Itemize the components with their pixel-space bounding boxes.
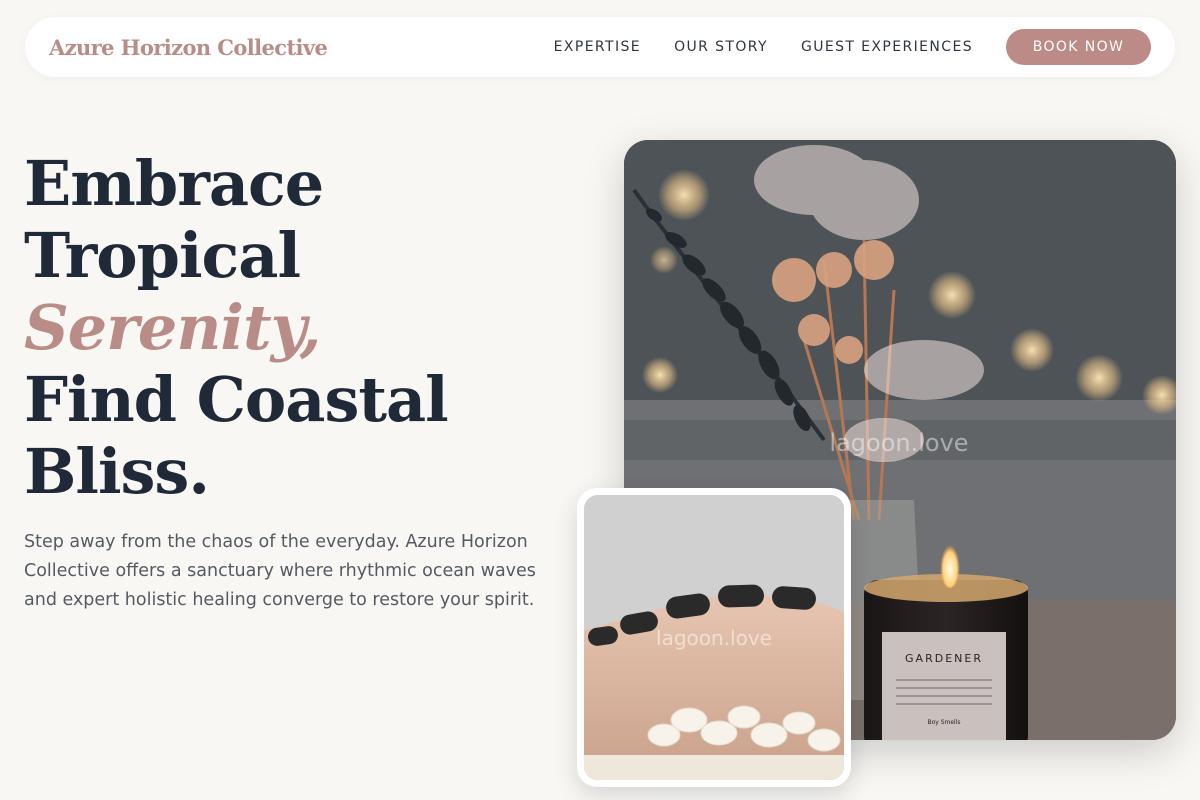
nav-link-expertise[interactable]: EXPERTISE	[554, 39, 641, 55]
candle-brand: Boy Smells	[927, 719, 960, 726]
headline-line-5: Bliss.	[24, 435, 210, 508]
hot-stones-illustration: lagoon.love	[584, 495, 844, 780]
main-image-watermark: lagoon.love	[829, 429, 968, 457]
book-now-button[interactable]: BOOK NOW	[1006, 29, 1151, 65]
top-navbar: Azure Horizon Collective EXPERTISE OUR S…	[25, 17, 1175, 77]
massage-inset-photo-frame: lagoon.love	[577, 488, 851, 787]
headline-line-1: Embrace	[24, 147, 324, 220]
nav-links: EXPERTISE OUR STORY GUEST EXPERIENCES BO…	[554, 29, 1151, 65]
inset-image-watermark: lagoon.love	[656, 626, 772, 650]
headline-line-4: Find Coastal	[24, 363, 449, 436]
nav-link-our-story[interactable]: OUR STORY	[674, 39, 768, 55]
hero-intro-text: Step away from the chaos of the everyday…	[24, 532, 536, 610]
nav-link-guest-experiences[interactable]: GUEST EXPERIENCES	[801, 39, 973, 55]
headline-line-2: Tropical	[24, 219, 301, 292]
brand-logo[interactable]: Azure Horizon Collective	[49, 35, 328, 60]
headline-accent: Serenity,	[24, 291, 321, 364]
candle-label: GARDENER	[905, 652, 983, 665]
massage-inset-photo: lagoon.love	[584, 495, 844, 780]
hero-headline: Embrace Tropical Serenity, Find Coastal …	[24, 147, 449, 508]
